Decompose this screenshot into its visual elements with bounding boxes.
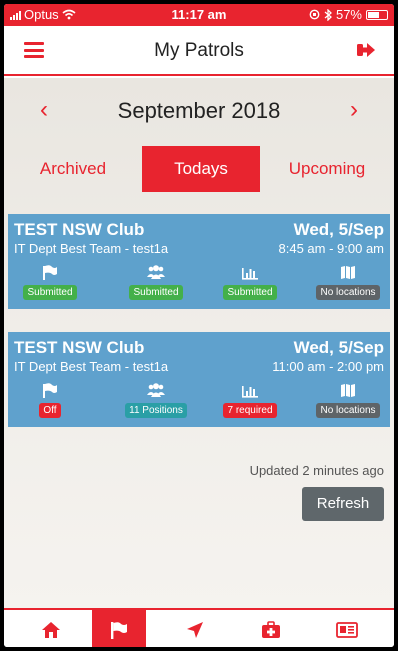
orientation-lock-icon bbox=[309, 9, 320, 20]
flag-icon bbox=[16, 380, 84, 398]
status-badge: Submitted bbox=[223, 285, 277, 300]
team-name: IT Dept Best Team - test1a bbox=[14, 241, 169, 256]
locations-status: No locations bbox=[314, 262, 382, 300]
patrol-date: Wed, 5/Sep bbox=[293, 220, 384, 239]
members-status: Submitted bbox=[122, 262, 190, 300]
first-aid-icon bbox=[262, 620, 280, 638]
status-badge: 7 required bbox=[223, 403, 277, 418]
patrol-time: 8:45 am - 9:00 am bbox=[278, 241, 385, 256]
bar-chart-icon bbox=[216, 262, 284, 280]
patrol-card[interactable]: TEST NSW Club Wed, 5/Sep IT Dept Best Te… bbox=[8, 332, 390, 427]
logout-icon[interactable] bbox=[356, 42, 376, 58]
home-icon bbox=[42, 621, 60, 638]
status-bar: Optus 11:17 am 57% bbox=[4, 4, 394, 26]
tab-upcoming[interactable]: Upcoming bbox=[260, 146, 394, 192]
status-badge: 11 Positions bbox=[125, 403, 187, 418]
members-status: 11 Positions bbox=[122, 380, 190, 418]
patrol-tabs: Archived Todays Upcoming bbox=[4, 146, 394, 192]
status-badge: Off bbox=[39, 403, 61, 418]
map-icon bbox=[314, 380, 382, 398]
bluetooth-icon bbox=[324, 8, 332, 21]
last-updated-text: Updated 2 minutes ago bbox=[249, 463, 384, 478]
tab-archived[interactable]: Archived bbox=[4, 146, 142, 192]
patrols-content: ‹ September 2018 › Archived Todays Upcom… bbox=[4, 78, 394, 608]
location-arrow-icon bbox=[187, 621, 203, 638]
map-icon bbox=[314, 262, 382, 280]
patrol-time: 11:00 am - 2:00 pm bbox=[272, 359, 384, 374]
status-badge: Submitted bbox=[23, 285, 77, 300]
nav-location[interactable] bbox=[168, 610, 222, 647]
nav-patrols[interactable] bbox=[92, 610, 146, 647]
id-card-icon bbox=[336, 621, 358, 638]
patrol-date: Wed, 5/Sep bbox=[293, 338, 384, 357]
status-badge: Submitted bbox=[129, 285, 183, 300]
club-name: TEST NSW Club bbox=[14, 220, 145, 239]
status-badge: No locations bbox=[316, 403, 380, 418]
phone-screen: Optus 11:17 am 57% My Patrols ‹ Septembe… bbox=[4, 4, 394, 647]
bar-chart-icon bbox=[216, 380, 284, 398]
flag-icon bbox=[16, 262, 84, 280]
users-icon bbox=[122, 262, 190, 280]
flag-status: Off bbox=[16, 380, 84, 418]
next-month-chevron-icon[interactable]: › bbox=[350, 96, 358, 124]
flag-status: Submitted bbox=[16, 262, 84, 300]
stats-status: Submitted bbox=[216, 262, 284, 300]
refresh-button[interactable]: Refresh bbox=[302, 487, 384, 521]
nav-home[interactable] bbox=[24, 610, 78, 647]
app-header: My Patrols bbox=[4, 26, 394, 76]
team-name: IT Dept Best Team - test1a bbox=[14, 359, 169, 374]
users-icon bbox=[122, 380, 190, 398]
battery-icon bbox=[366, 9, 388, 20]
patrol-card[interactable]: TEST NSW Club Wed, 5/Sep IT Dept Best Te… bbox=[8, 214, 390, 309]
flag-icon bbox=[111, 621, 127, 639]
tab-todays[interactable]: Todays bbox=[142, 146, 260, 192]
nav-profile[interactable] bbox=[320, 610, 374, 647]
month-label: September 2018 bbox=[117, 98, 281, 123]
page-title: My Patrols bbox=[154, 40, 244, 61]
club-name: TEST NSW Club bbox=[14, 338, 145, 357]
stats-status: 7 required bbox=[216, 380, 284, 418]
month-navigator: ‹ September 2018 › bbox=[4, 78, 394, 144]
bottom-nav bbox=[4, 608, 394, 647]
locations-status: No locations bbox=[314, 380, 382, 418]
battery-percent: 57% bbox=[335, 7, 362, 22]
nav-first-aid[interactable] bbox=[244, 610, 298, 647]
status-badge: No locations bbox=[316, 285, 380, 300]
